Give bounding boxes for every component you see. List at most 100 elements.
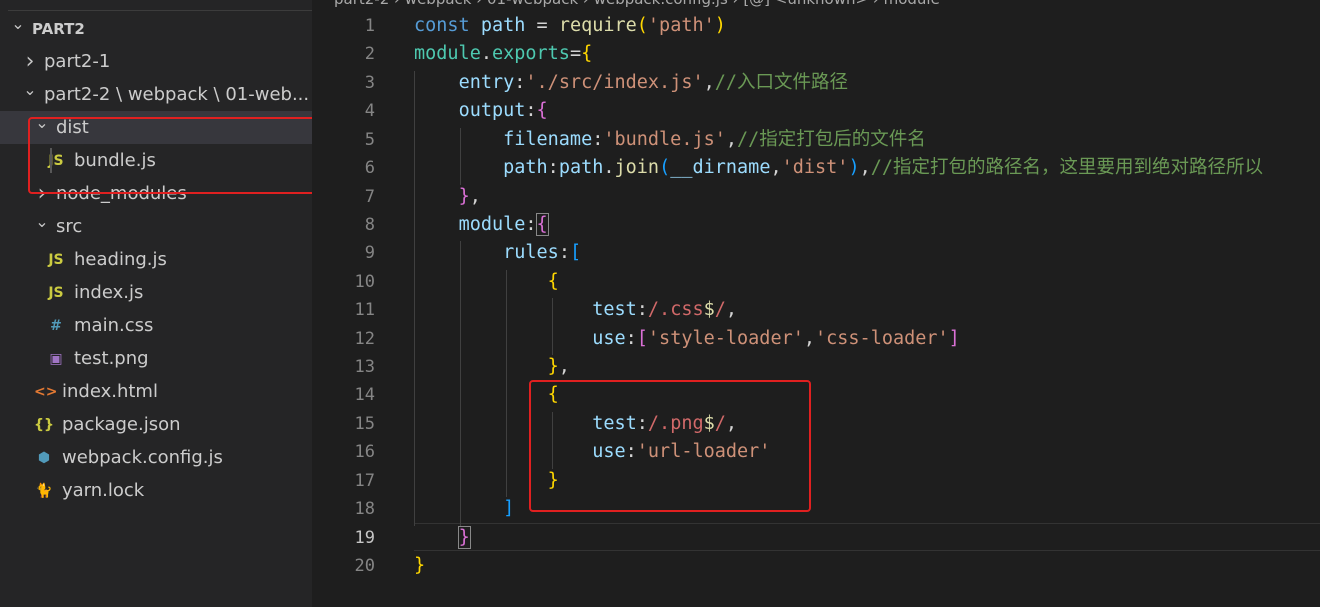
code-token: } <box>458 185 470 207</box>
explorer-sidebar: OPEN EDITORS ⌄ PART2 › part2-1 ⌄ part2-2 \ we… <box>0 0 312 607</box>
file-item[interactable]: JS index.js <box>0 276 312 309</box>
code-token: filename <box>503 128 593 150</box>
code-line[interactable]: }, <box>414 353 570 381</box>
code-token: const <box>414 15 481 36</box>
line-number: 15 <box>354 413 375 434</box>
file-item[interactable]: 🐈 yarn.lock <box>0 474 312 507</box>
code-line[interactable]: module:{ <box>414 211 549 239</box>
breadcrumb[interactable]: part2-2 › webpack › 01-webpack › webpack… <box>334 0 940 8</box>
file-item[interactable]: JS heading.js <box>0 243 312 276</box>
code-line[interactable]: output:{ <box>414 97 548 125</box>
code-line[interactable]: rules:[ <box>414 239 581 267</box>
chevron-down-icon[interactable]: ⌄ <box>22 80 38 99</box>
code-token: } <box>547 356 559 378</box>
file-item[interactable]: <> index.html <box>0 375 312 408</box>
code-token: require <box>558 15 637 36</box>
code-line[interactable]: } <box>414 552 425 580</box>
code-line[interactable]: entry:'./src/index.js',//入口文件路径 <box>414 69 848 97</box>
code-token: __dirname <box>670 157 771 179</box>
item-label: index.html <box>62 381 158 402</box>
file-item[interactable]: ⬢ webpack.config.js <box>0 441 312 474</box>
code-token: = <box>525 15 559 36</box>
code-line[interactable]: test:/.css$/, <box>414 296 737 324</box>
current-line-highlight <box>414 523 1320 551</box>
code-token: , <box>558 356 570 378</box>
item-label: src <box>56 216 83 237</box>
code-token: //入口文件路径 <box>714 71 849 93</box>
code-token: //指定打包后的文件名 <box>737 128 926 150</box>
code-token: ( <box>636 15 648 36</box>
chevron-down-icon[interactable]: ⌄ <box>10 14 26 33</box>
item-label: PART2 <box>32 19 85 38</box>
code-editor[interactable]: part2-2 › webpack › 01-webpack › webpack… <box>312 0 1320 607</box>
code-token: } <box>457 525 471 549</box>
code-line[interactable]: { <box>414 268 559 296</box>
code-token: use <box>592 327 626 349</box>
code-token: , <box>803 327 815 349</box>
line-number: 16 <box>354 442 375 463</box>
line-number: 8 <box>364 214 375 235</box>
highlight-box-url-loader <box>529 380 811 512</box>
line-number: 13 <box>354 357 375 378</box>
code-token: ] <box>948 327 960 349</box>
code-token: 'css-loader' <box>815 327 949 349</box>
file-item[interactable]: ▣ test.png <box>0 342 312 375</box>
line-number: 14 <box>354 385 375 406</box>
code-token: 'bundle.js' <box>603 128 726 150</box>
code-line[interactable]: module.exports={ <box>414 40 592 68</box>
code-line[interactable]: filename:'bundle.js',//指定打包后的文件名 <box>414 126 926 154</box>
line-number: 2 <box>364 44 375 65</box>
code-token: test <box>592 299 637 321</box>
chevron-down-icon[interactable]: ⌄ <box>34 212 50 231</box>
file-item[interactable]: # main.css <box>0 309 312 342</box>
chevron-right-icon[interactable]: › <box>22 49 38 74</box>
line-number: 9 <box>364 243 375 264</box>
code-token: rules <box>503 242 559 264</box>
code-token: : <box>547 157 559 179</box>
code-token: , <box>703 71 715 93</box>
line-number: 20 <box>354 555 375 576</box>
code-line[interactable]: use:['style-loader','css-loader'] <box>414 325 960 353</box>
file-item[interactable]: {} package.json <box>0 408 312 441</box>
code-line[interactable]: } <box>414 524 471 552</box>
line-number: 17 <box>354 470 375 491</box>
webpack-cube-icon: ⬢ <box>37 449 51 466</box>
item-label: main.css <box>74 315 154 336</box>
code-token: 'style-loader' <box>647 327 804 349</box>
folder-item[interactable]: ⌄ PART2 <box>0 12 312 45</box>
item-label: test.png <box>74 348 149 369</box>
code-token: , <box>725 299 738 321</box>
indent-guide <box>460 241 461 526</box>
code-line[interactable]: }, <box>414 183 481 211</box>
code-token: { <box>547 270 559 292</box>
folder-item[interactable]: › part2-1 <box>0 45 312 78</box>
code-token: module <box>414 43 481 65</box>
folder-item[interactable]: ⌄ part2-2 \ webpack \ 01-web... <box>0 78 312 111</box>
indent-guide <box>414 70 415 526</box>
code-token: : <box>514 71 526 93</box>
line-number: 12 <box>354 328 375 349</box>
code-token: [ <box>569 242 582 264</box>
code-line[interactable]: const path = require('path') <box>414 12 726 40</box>
code-token: [ <box>636 327 648 349</box>
code-line[interactable]: path:path.join(__dirname,'dist'),//指定打包的… <box>414 154 1263 182</box>
code-token: } <box>414 554 426 576</box>
folder-item[interactable]: ⌄ src <box>0 210 312 243</box>
line-number: 6 <box>364 158 375 179</box>
code-token: 'dist' <box>781 157 849 179</box>
divider <box>8 10 312 11</box>
line-number: 18 <box>354 499 375 520</box>
code-line[interactable]: ] <box>414 495 514 523</box>
css-hash-icon: # <box>50 317 62 334</box>
code-token: 'path' <box>647 15 715 36</box>
open-editors-header[interactable]: OPEN EDITORS <box>0 0 312 10</box>
item-label: part2-1 <box>44 51 111 72</box>
